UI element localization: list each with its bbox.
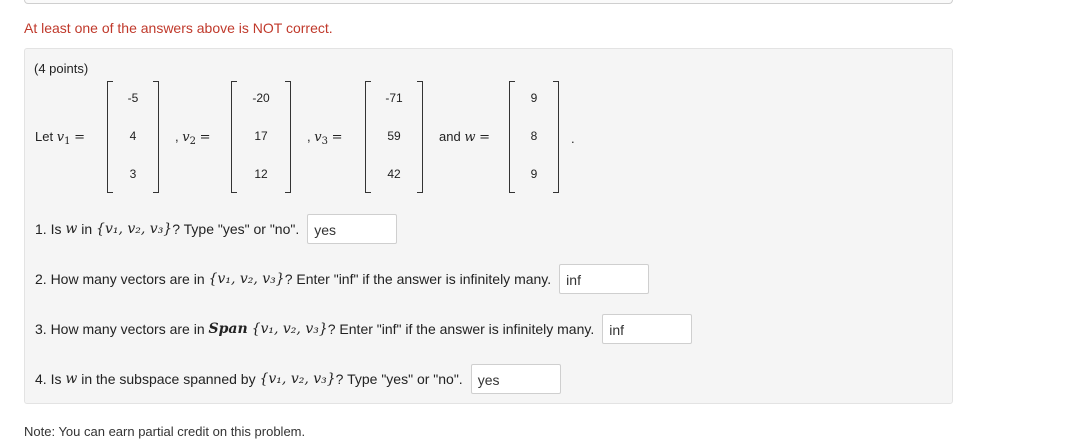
v1-entry: 4 [129, 129, 137, 143]
v3-entry: -71 [385, 91, 403, 105]
span-word: Span [208, 321, 248, 337]
v1-entry: 3 [129, 167, 137, 181]
comma: , [175, 129, 179, 144]
problem-box: (4 points) Let v1 = -5 4 3 , v2 = -20 17… [24, 48, 953, 404]
q4-prefix: 4. Is [35, 371, 62, 387]
and-text: and [439, 129, 461, 144]
q2-set: {v₁, v₂, v₃} [208, 271, 285, 287]
vector-v1: -5 4 3 [107, 81, 159, 193]
equals-sign: = [199, 130, 211, 145]
v2-subscript: 2 [189, 136, 196, 147]
q1-suffix: ? Type "yes" or "no". [172, 221, 300, 237]
comma: , [307, 129, 311, 144]
equals-sign: = [331, 130, 343, 145]
vector-w: 9 8 9 [509, 81, 559, 193]
q2-answer-input[interactable]: inf [559, 264, 650, 294]
previous-section-border [24, 0, 953, 4]
q1-set: {v₁, v₂, v₃} [96, 221, 173, 237]
q2-suffix: ? Enter "inf" if the answer is infinitel… [284, 271, 552, 287]
v3-label: , v3 = [307, 129, 343, 147]
v3-subscript: 3 [321, 136, 328, 147]
w-symbol: w [65, 221, 78, 237]
v1-entry: -5 [127, 91, 139, 105]
let-v1-label: Let v1 = [35, 129, 85, 147]
bracket-right [553, 81, 559, 193]
q3-prefix: 3. How many vectors are in [35, 321, 205, 337]
bracket-right [285, 81, 291, 193]
v2-entry: 12 [254, 167, 268, 181]
w-entry: 8 [530, 129, 538, 143]
v3-symbol: v [314, 130, 322, 145]
question-4: 4. Is w in the subspace spanned by {v₁, … [35, 364, 561, 394]
q4-set: {v₁, v₂, v₃} [259, 371, 336, 387]
v2-label: , v2 = [175, 129, 211, 147]
question-2: 2. How many vectors are in {v₁, v₂, v₃}?… [35, 264, 650, 294]
v2-symbol: v [182, 130, 190, 145]
v3-entry: 42 [387, 167, 401, 181]
v2-entry: -20 [252, 91, 270, 105]
equals-sign: = [74, 130, 85, 145]
w-symbol: w [464, 130, 476, 145]
q1-prefix: 1. Is [35, 221, 62, 237]
q3-set: {v₁, v₂, v₃} [251, 321, 328, 337]
q2-prefix: 2. How many vectors are in [35, 271, 205, 287]
q4-mid: in the subspace spanned by [81, 371, 256, 387]
equals-sign: = [479, 130, 490, 145]
q1-mid: in [81, 221, 93, 237]
q3-answer-input[interactable]: inf [602, 314, 693, 344]
q4-suffix: ? Type "yes" or "no". [335, 371, 463, 387]
v1-symbol: v [56, 130, 65, 145]
w-entry: 9 [530, 167, 538, 181]
vector-v3: -71 59 42 [365, 81, 423, 193]
q1-answer-input[interactable]: yes [307, 214, 398, 244]
w-label: and w = [439, 129, 490, 145]
question-1: 1. Is w in {v₁, v₂, v₃}? Type "yes" or "… [35, 214, 398, 244]
v3-entry: 59 [387, 129, 401, 143]
v1-subscript: 1 [64, 136, 71, 147]
let-text: Let [35, 129, 54, 144]
period: . [571, 131, 575, 146]
v2-entry: 17 [254, 129, 268, 143]
warning-message: At least one of the answers above is NOT… [24, 20, 333, 36]
vector-v2: -20 17 12 [231, 81, 291, 193]
bracket-right [153, 81, 159, 193]
q3-suffix: ? Enter "inf" if the answer is infinitel… [327, 321, 595, 337]
bracket-right [417, 81, 423, 193]
w-entry: 9 [530, 91, 538, 105]
w-symbol: w [65, 371, 78, 387]
points-label: (4 points) [34, 61, 89, 76]
q4-answer-input[interactable]: yes [470, 364, 561, 394]
question-3: 3. How many vectors are in Span {v₁, v₂,… [35, 314, 693, 344]
